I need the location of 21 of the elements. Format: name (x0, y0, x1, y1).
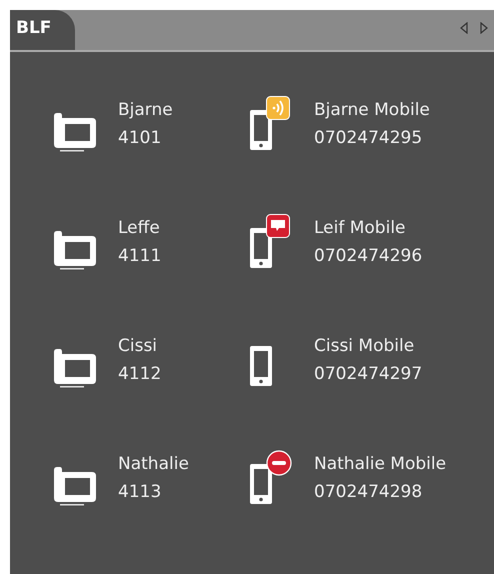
phone-number: 4113 (118, 481, 162, 504)
scroll-left-icon[interactable] (460, 22, 468, 34)
mobile-phone-icon (250, 464, 272, 504)
contact-name: Leif Mobile (314, 217, 407, 240)
contact-name: Bjarne Mobile (314, 99, 430, 122)
scroll-right-icon[interactable] (480, 22, 488, 34)
phone-number: 4111 (118, 245, 162, 268)
blf-tab[interactable]: BLF (10, 10, 76, 50)
contact-name: Nathalie Mobile (314, 453, 446, 476)
contact-name: Nathalie (118, 453, 189, 476)
contact-name: Cissi Mobile (314, 335, 416, 358)
phone-number: 0702474296 (314, 245, 422, 268)
phone-number: 0702474297 (314, 363, 422, 386)
contact-name: Bjarne (118, 99, 173, 122)
contact-name: Cissi (118, 335, 158, 358)
mobile-phone-icon (250, 346, 272, 386)
phone-number: 0702474295 (314, 127, 424, 150)
contact-name: Leffe (118, 217, 161, 240)
phone-number: 0702474298 (314, 481, 424, 504)
phone-number: 4112 (118, 363, 162, 386)
phone-number: 4101 (118, 127, 162, 150)
